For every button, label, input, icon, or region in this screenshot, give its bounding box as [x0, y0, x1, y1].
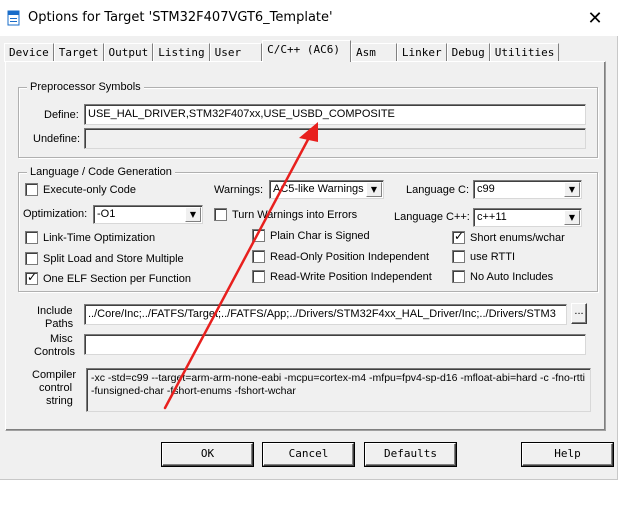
include-paths-label-2: Paths — [45, 318, 74, 330]
chevron-down-icon[interactable]: ▼ — [564, 210, 580, 225]
cancel-button[interactable]: Cancel — [263, 443, 354, 466]
readwrite-pos-box[interactable] — [252, 270, 265, 283]
tab-cc-ac6[interactable]: C/C++ (AC6) — [262, 40, 351, 62]
undefine-label: Undefine: — [33, 133, 81, 145]
tab-user[interactable]: User — [209, 43, 263, 62]
execute-only-label: Execute-only Code — [43, 183, 136, 196]
chevron-down-icon[interactable]: ▼ — [366, 182, 382, 197]
execute-only-box[interactable] — [25, 183, 38, 196]
use-rtti-box[interactable] — [452, 250, 465, 263]
language-c-label: Language C: — [406, 184, 469, 196]
split-load-label: Split Load and Store Multiple — [43, 252, 184, 265]
plain-char-checkbox[interactable]: Plain Char is Signed — [252, 229, 370, 242]
tab-target[interactable]: Target — [53, 43, 104, 62]
include-paths-input[interactable]: ../Core/Inc;../FATFS/Target;../FATFS/App… — [84, 304, 567, 325]
execute-only-checkbox[interactable]: Execute-only Code — [25, 183, 136, 196]
options-dialog: Options for Target 'STM32F407VGT6_Templa… — [0, 0, 618, 480]
use-rtti-label: use RTTI — [470, 250, 516, 263]
one-elf-box[interactable] — [25, 270, 38, 285]
preprocessor-title: Preprocessor Symbols — [27, 81, 144, 93]
turn-warnings-label: Turn Warnings into Errors — [232, 208, 358, 221]
misc-controls-input[interactable] — [84, 334, 586, 355]
short-enums-checkbox[interactable]: Short enums/wchar — [452, 229, 565, 244]
warnings-value: AC5-like Warnings — [273, 183, 364, 195]
close-icon[interactable]: ✕ — [572, 0, 618, 36]
one-elf-checkbox[interactable]: One ELF Section per Function — [25, 270, 191, 285]
language-cpp-value: c++11 — [477, 211, 507, 223]
readonly-pos-box[interactable] — [252, 250, 265, 263]
tab-asm[interactable]: Asm — [350, 43, 397, 62]
compiler-label-2: control — [39, 382, 73, 394]
plain-char-box[interactable] — [252, 229, 265, 242]
split-load-checkbox[interactable]: Split Load and Store Multiple — [25, 252, 184, 265]
warnings-label: Warnings: — [214, 184, 264, 196]
help-button[interactable]: Help — [522, 443, 613, 466]
misc-controls-label-2: Controls — [34, 346, 75, 358]
tab-utilities[interactable]: Utilities — [489, 43, 560, 62]
compiler-control-string: -xc -std=c99 --target=arm-arm-none-eabi … — [86, 368, 591, 412]
plain-char-label: Plain Char is Signed — [270, 229, 370, 242]
short-enums-box[interactable] — [452, 229, 465, 244]
language-title: Language / Code Generation — [27, 166, 175, 178]
turn-warnings-box[interactable] — [214, 208, 227, 221]
chevron-down-icon[interactable]: ▼ — [564, 182, 580, 197]
define-input[interactable]: USE_HAL_DRIVER,STM32F407xx,USE_USBD_COMP… — [84, 104, 586, 125]
desktop-background — [0, 480, 618, 512]
readwrite-pos-checkbox[interactable]: Read-Write Position Independent — [252, 270, 432, 283]
link-time-label: Link-Time Optimization — [43, 231, 156, 244]
tab-bar: Device Target Output Listing User C/C++ … — [4, 40, 560, 62]
optimization-label: Optimization: — [23, 208, 88, 220]
turn-warnings-checkbox[interactable]: Turn Warnings into Errors — [214, 208, 357, 221]
chevron-down-icon[interactable]: ▼ — [185, 207, 201, 222]
language-cpp-label: Language C++: — [394, 211, 470, 223]
optimization-select[interactable]: -O1 ▼ — [93, 205, 203, 224]
use-rtti-checkbox[interactable]: use RTTI — [452, 250, 515, 263]
ok-button[interactable]: OK — [162, 443, 253, 466]
tab-output[interactable]: Output — [103, 43, 154, 62]
define-label: Define: — [44, 109, 79, 121]
warnings-select[interactable]: AC5-like Warnings ▼ — [269, 180, 384, 199]
link-time-box[interactable] — [25, 231, 38, 244]
language-cpp-select[interactable]: c++11 ▼ — [473, 208, 582, 227]
compiler-label-1: Compiler — [32, 369, 77, 381]
tab-linker[interactable]: Linker — [396, 43, 447, 62]
title-bar: Options for Target 'STM32F407VGT6_Templa… — [0, 0, 618, 36]
split-load-box[interactable] — [25, 252, 38, 265]
readonly-pos-label: Read-Only Position Independent — [270, 250, 429, 263]
misc-controls-label-1: Misc — [50, 333, 73, 345]
language-c-select[interactable]: c99 ▼ — [473, 180, 582, 199]
readwrite-pos-label: Read-Write Position Independent — [270, 270, 432, 283]
window-title: Options for Target 'STM32F407VGT6_Templa… — [28, 10, 333, 25]
include-paths-label-1: Include — [37, 305, 73, 317]
undefine-input[interactable] — [84, 128, 586, 149]
tab-debug[interactable]: Debug — [446, 43, 490, 62]
language-c-value: c99 — [477, 183, 495, 195]
readonly-pos-checkbox[interactable]: Read-Only Position Independent — [252, 250, 429, 263]
optimization-value: -O1 — [97, 208, 116, 220]
browse-button[interactable]: ... — [571, 303, 587, 324]
compiler-label-3: string — [46, 395, 73, 407]
app-icon — [7, 10, 20, 26]
no-auto-includes-checkbox[interactable]: No Auto Includes — [452, 270, 553, 283]
no-auto-includes-label: No Auto Includes — [470, 270, 554, 283]
tab-device[interactable]: Device — [4, 43, 54, 62]
defaults-button[interactable]: Defaults — [365, 443, 456, 466]
link-time-checkbox[interactable]: Link-Time Optimization — [25, 231, 155, 244]
one-elf-label: One ELF Section per Function — [43, 272, 191, 285]
short-enums-label: Short enums/wchar — [470, 231, 565, 244]
no-auto-includes-box[interactable] — [452, 270, 465, 283]
tab-listing[interactable]: Listing — [153, 43, 210, 62]
